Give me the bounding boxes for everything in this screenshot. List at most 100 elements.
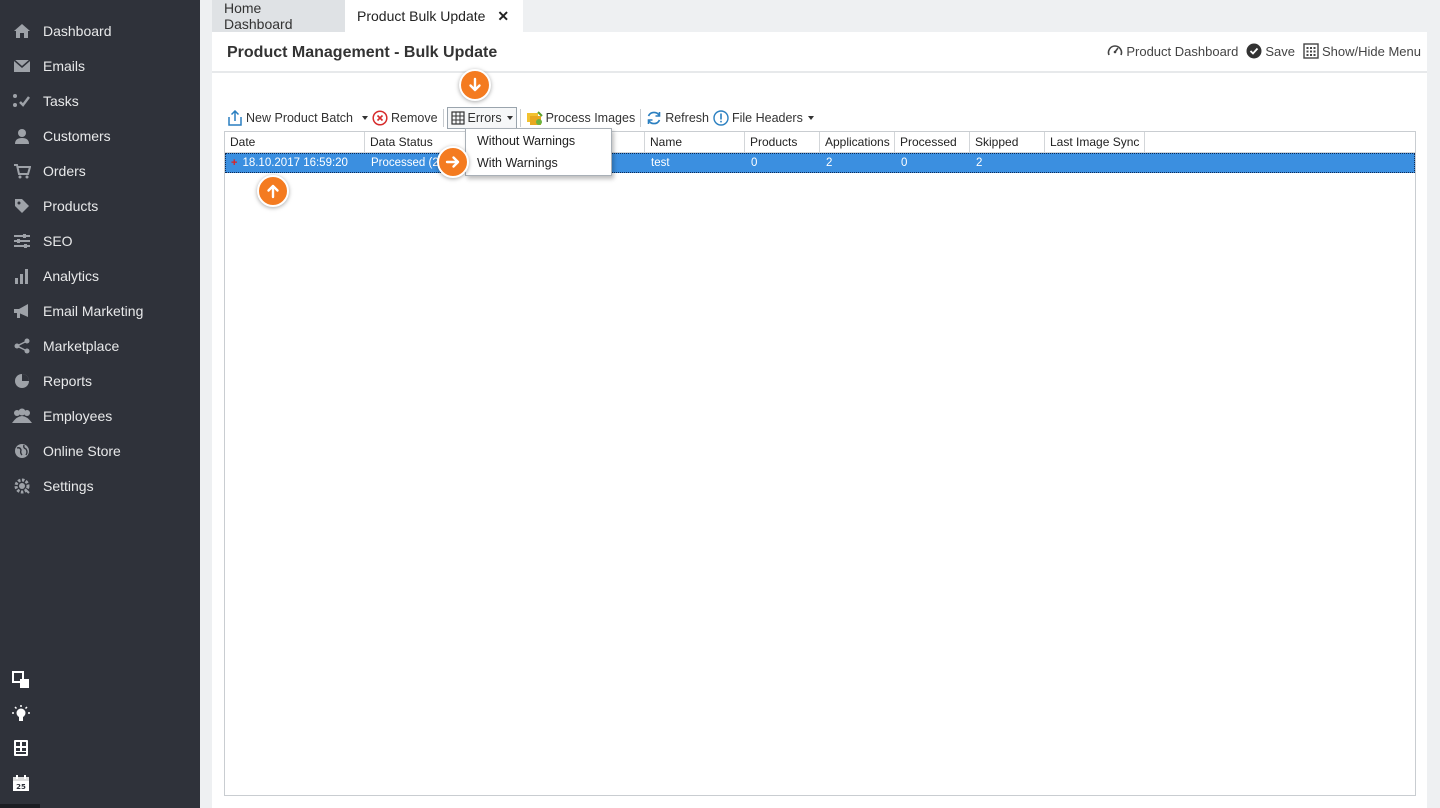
menu-item-without-warnings[interactable]: Without Warnings	[466, 130, 611, 152]
sidebar-item-label: Emails	[43, 57, 86, 74]
cell-products: 0	[751, 157, 758, 169]
grid-header: Date Data Status Name Products Applicati…	[225, 132, 1415, 153]
process-images-button[interactable]: Process Images	[524, 107, 638, 129]
file-headers-button[interactable]: File Headers	[711, 107, 816, 129]
sidebar-item-label: Employees	[43, 407, 113, 424]
sidebar-item-reports[interactable]: Reports	[0, 363, 200, 398]
errors-dropdown-button[interactable]: Errors	[446, 107, 517, 129]
sidebar-item-emails[interactable]: Emails	[0, 48, 200, 83]
sidebar-item-marketplace[interactable]: Marketplace	[0, 328, 200, 363]
new-product-batch-button[interactable]: New Product Batch	[225, 107, 370, 129]
cell-last-image-sync	[1046, 154, 1146, 173]
sidebar-item-dashboard[interactable]: Dashboard	[0, 13, 200, 48]
column-header-skipped[interactable]: Skipped	[970, 132, 1045, 153]
remove-label: Remove	[391, 111, 438, 125]
sidebar-item-label: Orders	[43, 162, 86, 179]
close-icon[interactable]: ✕	[497, 8, 509, 25]
sidebar-item-label: Online Store	[43, 442, 121, 459]
speedometer-icon	[1108, 45, 1123, 56]
calculator-icon[interactable]	[10, 737, 32, 759]
sidebar: Dashboard Emails Tasks Customers Orders …	[0, 0, 200, 808]
sidebar-item-online-store[interactable]: Online Store	[0, 433, 200, 468]
file-headers-label: File Headers	[731, 111, 803, 125]
share-icon	[12, 336, 32, 356]
tab-bar: Home Dashboard Product Bulk Update ✕	[212, 0, 1440, 32]
sidebar-item-products[interactable]: Products	[0, 188, 200, 223]
pie-chart-icon	[12, 371, 32, 391]
toolbar: New Product Batch Remove Errors Process …	[225, 107, 816, 129]
home-icon	[12, 21, 32, 41]
sidebar-item-employees[interactable]: Employees	[0, 398, 200, 433]
sidebar-item-tasks[interactable]: Tasks	[0, 83, 200, 118]
sidebar-item-label: Email Marketing	[43, 302, 144, 319]
sidebar-item-label: Dashboard	[43, 22, 112, 39]
widgets-icon[interactable]	[10, 669, 32, 691]
sliders-icon	[12, 231, 32, 251]
menu-item-with-warnings[interactable]: With Warnings	[466, 152, 611, 174]
gear-icon	[12, 476, 32, 496]
column-header-products[interactable]: Products	[745, 132, 820, 153]
save-label: Save	[1265, 43, 1295, 59]
cell-skipped: 2	[976, 157, 983, 169]
megaphone-icon	[12, 301, 32, 321]
globe-icon	[12, 441, 32, 461]
cell-processed: 0	[901, 157, 908, 169]
calendar-icon[interactable]: 25	[10, 772, 32, 794]
sidebar-item-label: Tasks	[43, 92, 79, 109]
cell-data-status: Processed (2	[371, 157, 439, 169]
svg-text:25: 25	[16, 783, 26, 791]
sidebar-item-label: Products	[43, 197, 99, 214]
show-hide-menu-button[interactable]: Show/Hide Menu	[1303, 43, 1421, 59]
sidebar-item-settings[interactable]: Settings	[0, 468, 200, 503]
process-images-label: Process Images	[545, 111, 636, 125]
tab-label: Product Bulk Update	[357, 8, 486, 24]
lightbulb-icon[interactable]	[10, 703, 32, 725]
upload-icon	[228, 110, 242, 126]
sidebar-item-label: Marketplace	[43, 337, 120, 354]
remove-button[interactable]: Remove	[370, 107, 440, 129]
sidebar-item-email-marketing[interactable]: Email Marketing	[0, 293, 200, 328]
sidebar-item-analytics[interactable]: Analytics	[0, 258, 200, 293]
sidebar-item-label: Customers	[43, 127, 111, 144]
column-header-processed[interactable]: Processed	[895, 132, 970, 153]
batch-grid[interactable]: Date Data Status Name Products Applicati…	[224, 131, 1416, 796]
tab-home-dashboard[interactable]: Home Dashboard	[212, 0, 345, 32]
page-title: Product Management - Bulk Update	[227, 44, 498, 61]
column-header-applications[interactable]: Applications	[820, 132, 895, 153]
images-icon	[526, 111, 543, 125]
sidebar-item-label: Settings	[43, 477, 94, 494]
cell-name: test	[651, 157, 670, 169]
tab-product-bulk-update[interactable]: Product Bulk Update ✕	[345, 0, 523, 32]
sidebar-item-customers[interactable]: Customers	[0, 118, 200, 153]
column-header-last-image-sync[interactable]: Last Image Sync	[1045, 132, 1145, 153]
sidebar-item-seo[interactable]: SEO	[0, 223, 200, 258]
column-header-date[interactable]: Date	[225, 132, 365, 153]
toolbar-separator	[442, 109, 444, 127]
product-dashboard-button[interactable]: Product Dashboard	[1107, 43, 1238, 59]
arrow-right-icon	[437, 146, 469, 178]
tasks-icon	[12, 91, 32, 111]
grid-menu-icon	[1303, 43, 1319, 59]
info-circle-icon	[713, 110, 729, 126]
caret-down-icon	[506, 116, 513, 120]
errors-dropdown-menu: Without Warnings With Warnings	[465, 128, 612, 176]
table-row[interactable]: +18.10.2017 16:59:20 Processed (2 test 0…	[225, 153, 1415, 173]
panel-header: Product Management - Bulk Update Product…	[212, 32, 1427, 73]
column-header-name[interactable]: Name	[645, 132, 745, 153]
cell-date: +18.10.2017 16:59:20	[226, 154, 366, 173]
caret-down-icon[interactable]	[362, 116, 368, 120]
sidebar-item-label: Reports	[43, 372, 93, 389]
save-button[interactable]: Save	[1246, 43, 1295, 59]
toolbar-separator	[640, 109, 642, 127]
bar-chart-icon	[12, 266, 32, 286]
toolbar-separator	[519, 109, 521, 127]
sidebar-item-orders[interactable]: Orders	[0, 153, 200, 188]
refresh-button[interactable]: Refresh	[644, 107, 711, 129]
sidebar-footer-strip	[0, 804, 40, 808]
expand-row-icon[interactable]: +	[231, 157, 237, 169]
user-icon	[12, 126, 32, 146]
refresh-icon	[647, 111, 661, 125]
arrow-up-icon	[257, 175, 289, 207]
table-grid-icon	[450, 111, 465, 125]
remove-circle-icon	[372, 110, 388, 126]
